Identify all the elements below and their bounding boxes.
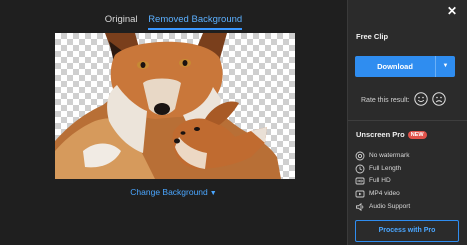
happy-face-icon[interactable] xyxy=(414,92,428,106)
feature-label: Full Length xyxy=(369,165,402,172)
panel-divider xyxy=(348,120,467,121)
pro-heading: Unscreen Pro NEW xyxy=(356,130,427,139)
rate-label: Rate this result: xyxy=(361,97,410,104)
hd-icon xyxy=(355,176,365,186)
preview-area: Original Removed Background Change Backg… xyxy=(0,0,347,245)
free-clip-heading: Free Clip xyxy=(356,32,389,41)
feature-item: No watermark xyxy=(355,151,409,161)
feature-label: No watermark xyxy=(369,152,410,159)
no-watermark-icon xyxy=(355,151,365,161)
feature-item: MP4 video xyxy=(355,189,400,199)
pro-title: Unscreen Pro xyxy=(356,130,405,139)
feature-label: MP4 video xyxy=(369,190,400,197)
feature-item: Full HD xyxy=(355,176,391,186)
result-preview xyxy=(55,33,295,179)
speaker-icon xyxy=(355,202,365,212)
feature-label: Audio Support xyxy=(369,203,411,210)
fox-cutout-image xyxy=(55,33,281,179)
change-background-label: Change Background xyxy=(130,187,208,197)
tab-removed-background[interactable]: Removed Background xyxy=(148,14,243,30)
feature-item: Full Length xyxy=(355,164,401,174)
clock-icon xyxy=(355,164,365,174)
feature-label: Full HD xyxy=(369,177,391,184)
tab-original[interactable]: Original xyxy=(105,14,138,28)
change-background-link[interactable]: Change Background ▼ xyxy=(0,187,347,197)
video-icon xyxy=(355,189,365,199)
download-button[interactable]: Download xyxy=(355,56,435,77)
view-tabs: Original Removed Background xyxy=(0,14,347,30)
caret-down-icon[interactable]: ▼ xyxy=(436,56,455,77)
close-icon[interactable]: ✕ xyxy=(447,4,457,18)
process-with-pro-button[interactable]: Process with Pro xyxy=(355,220,459,242)
sad-face-icon[interactable] xyxy=(432,92,446,106)
feature-item: Audio Support xyxy=(355,202,410,212)
chevron-down-icon: ▼ xyxy=(209,190,217,197)
new-badge: NEW xyxy=(407,131,427,139)
download-split-button: Download ▼ xyxy=(355,56,455,77)
download-panel: ✕ Free Clip Download ▼ Rate this result:… xyxy=(347,0,467,245)
